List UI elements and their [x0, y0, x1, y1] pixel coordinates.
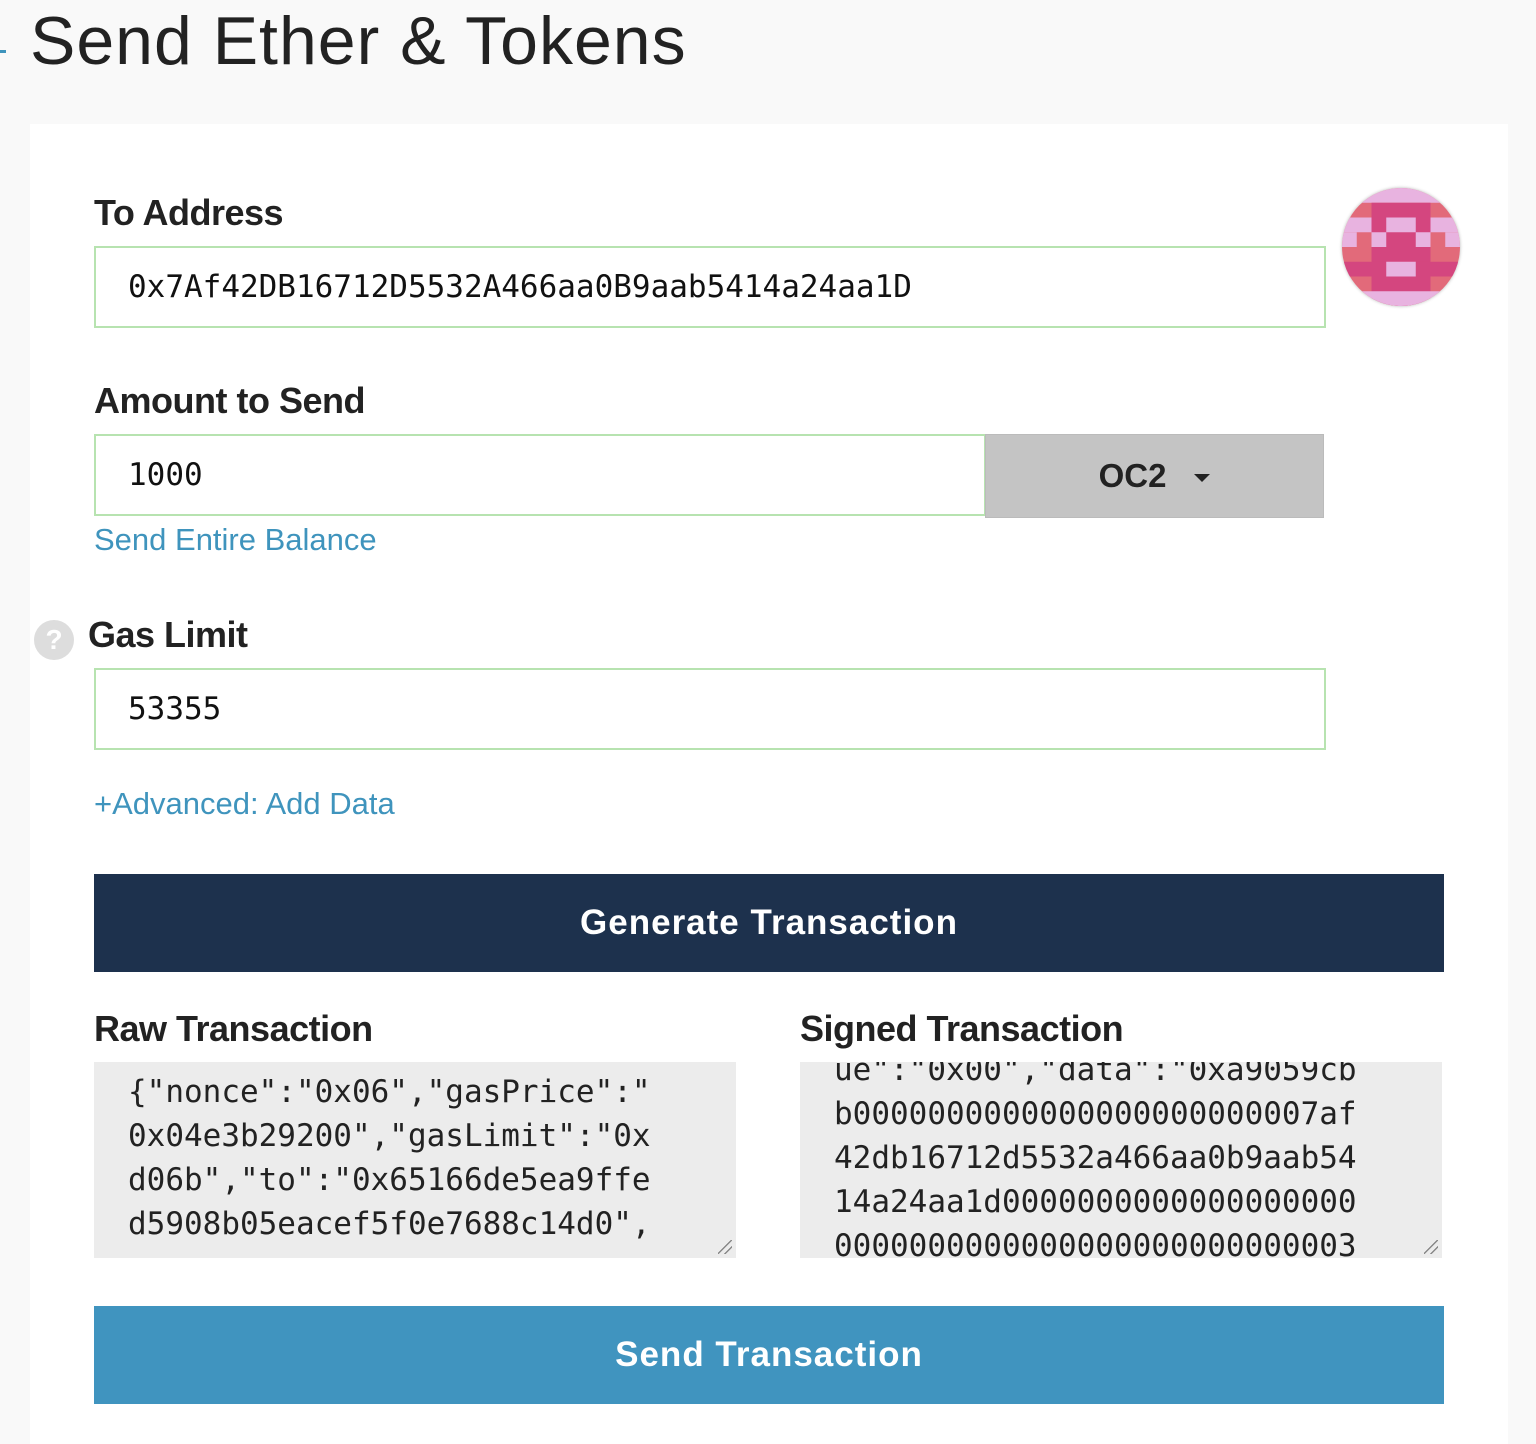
- to-address-label: To Address: [94, 192, 284, 233]
- address-identicon: [1342, 188, 1460, 306]
- raw-line: 0x04e3b29200","gasLimit":"0x: [128, 1118, 651, 1154]
- raw-line: d5908b05eacef5f0e7688c14d0",: [128, 1206, 651, 1242]
- resize-handle[interactable]: [718, 1240, 732, 1254]
- signed-transaction-label: Signed Transaction: [800, 1008, 1124, 1049]
- signed-line: 14a24aa1d0000000000000000000: [834, 1184, 1357, 1220]
- raw-line: {"nonce":"0x06","gasPrice":": [128, 1074, 651, 1110]
- signed-line: 0000000000000000000000000003: [834, 1228, 1357, 1258]
- decorative-tick: [0, 50, 6, 53]
- send-entire-balance-link[interactable]: Send Entire Balance: [94, 522, 377, 558]
- generate-transaction-button[interactable]: Generate Transaction: [94, 874, 1444, 972]
- resize-handle[interactable]: [1424, 1240, 1438, 1254]
- caret-down-icon: [1194, 474, 1211, 482]
- signed-transaction-textarea[interactable]: ue":"0x00","data":"0xa9059cb b0000000000…: [800, 1062, 1442, 1258]
- send-transaction-button[interactable]: Send Transaction: [94, 1306, 1444, 1404]
- signed-line: ue":"0x00","data":"0xa9059cb: [834, 1062, 1357, 1088]
- raw-transaction-textarea[interactable]: {"nonce":"0x06","gasPrice":" 0x04e3b2920…: [94, 1062, 736, 1258]
- gas-limit-label: Gas Limit: [88, 614, 248, 655]
- token-selected: OC2: [1098, 457, 1167, 494]
- gas-limit-input[interactable]: 53355: [94, 668, 1326, 750]
- help-icon[interactable]: ?: [34, 620, 74, 660]
- token-dropdown[interactable]: OC2: [985, 434, 1324, 518]
- raw-line: d06b","to":"0x65166de5ea9ffe: [128, 1162, 651, 1198]
- amount-label: Amount to Send: [94, 380, 365, 421]
- signed-line: 42db16712d5532a466aa0b9aab54: [834, 1140, 1357, 1176]
- raw-transaction-label: Raw Transaction: [94, 1008, 373, 1049]
- page-title: Send Ether & Tokens: [30, 3, 687, 79]
- advanced-add-data-link[interactable]: +Advanced: Add Data: [94, 786, 395, 822]
- to-address-input[interactable]: 0x7Af42DB16712D5532A466aa0B9aab5414a24aa…: [94, 246, 1326, 328]
- amount-input[interactable]: 1000: [94, 434, 986, 516]
- signed-line: b0000000000000000000000007af: [834, 1096, 1357, 1132]
